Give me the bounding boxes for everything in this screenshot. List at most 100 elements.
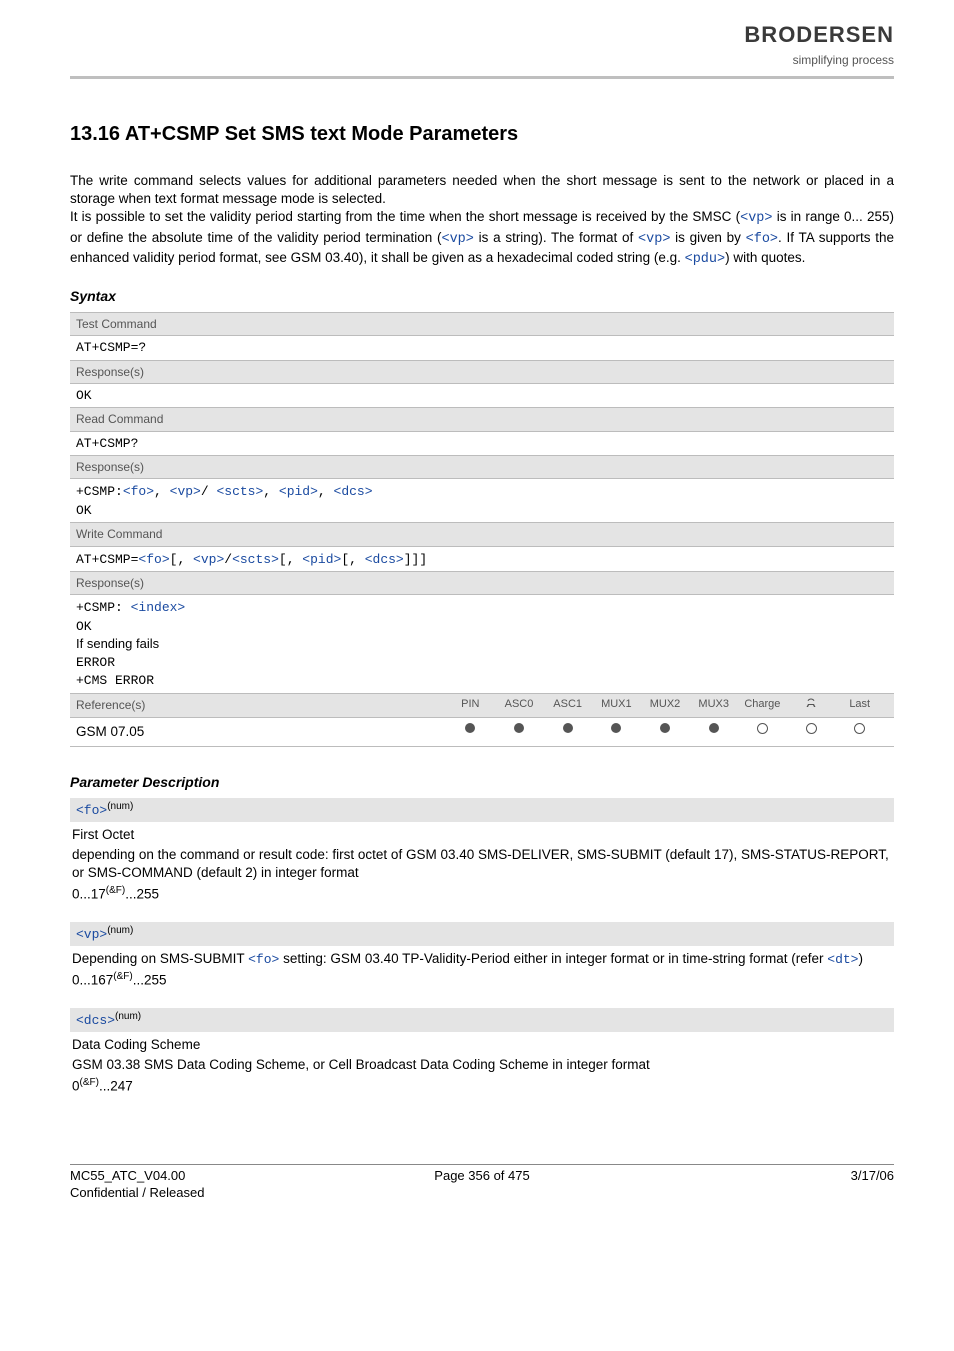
intro-text-2f: ) with quotes.: [725, 250, 805, 265]
reference-columns: PIN ASC0 ASC1 MUX1 MUX2 MUX3 Charge Last: [446, 697, 888, 714]
read-response-header: Response(s): [70, 456, 894, 479]
param-vp-body: Depending on SMS-SUBMIT <fo> setting: GS…: [70, 946, 894, 1002]
logo-tagline: simplifying process: [744, 52, 894, 68]
col-mux1: MUX1: [592, 697, 641, 714]
col-charge: Charge: [738, 697, 787, 714]
read-resp-scts: <scts>: [216, 484, 263, 499]
intro-block: The write command selects values for add…: [70, 172, 894, 269]
write-command-header: Write Command: [70, 523, 894, 546]
header-divider: [70, 76, 894, 79]
col-last: Last: [835, 697, 884, 714]
footer-date: 3/17/06: [619, 1167, 894, 1202]
page-footer: MC55_ATC_V04.00 Confidential / Released …: [70, 1165, 894, 1202]
intro-paragraph: The write command selects values for add…: [70, 172, 894, 269]
dot-mux3: [709, 724, 719, 736]
footer-page: Page 356 of 475: [345, 1167, 620, 1202]
dot-charge: [757, 725, 768, 737]
write-response-value: +CSMP: <index> OK If sending fails ERROR…: [70, 595, 894, 694]
param-vp-tag: <vp>: [76, 927, 107, 942]
param-dcs-range: 0(&F)...247: [72, 1076, 892, 1096]
reference-value: GSM 07.05: [76, 723, 446, 741]
param-fo-label: <fo>(num): [70, 798, 894, 822]
dot-asc1: [563, 724, 573, 736]
page-header: BRODERSEN simplifying process: [70, 20, 894, 68]
write-resp-fail: If sending fails: [76, 636, 159, 651]
dot-mux2: [660, 724, 670, 736]
param-dcs-label: <dcs>(num): [70, 1008, 894, 1032]
write-response-header: Response(s): [70, 572, 894, 595]
col-mux2: MUX2: [641, 697, 690, 714]
write-cmd-prefix: AT+CSMP=: [76, 552, 138, 567]
write-cmd-dcs: <dcs>: [365, 552, 404, 567]
write-resp-index: <index>: [131, 600, 186, 615]
reference-label: Reference(s): [76, 697, 446, 714]
read-command-header: Read Command: [70, 408, 894, 431]
write-resp-ok: OK: [76, 619, 92, 634]
dot-pin: [465, 724, 475, 736]
code-vp-2: <vp>: [441, 232, 473, 247]
test-response-value: OK: [70, 384, 894, 409]
logo-block: BRODERSEN simplifying process: [744, 20, 894, 68]
read-resp-dcs: <dcs>: [334, 484, 373, 499]
dot-asc0: [514, 724, 524, 736]
param-fo-range: 0...17(&F)...255: [72, 884, 892, 904]
code-vp-1: <vp>: [740, 211, 772, 226]
read-command-value: AT+CSMP?: [70, 432, 894, 457]
test-command-header: Test Command: [70, 313, 894, 336]
dot-mux1: [611, 724, 621, 736]
read-resp-vp: <vp>: [170, 484, 201, 499]
footer-doc-id: MC55_ATC_V04.00: [70, 1168, 185, 1183]
code-fo-1: <fo>: [746, 232, 778, 247]
intro-text-2d: is given by: [670, 230, 745, 245]
param-fo-tag: <fo>: [76, 803, 107, 818]
col-asc0: ASC0: [495, 697, 544, 714]
code-vp-3: <vp>: [638, 232, 670, 247]
read-response-value: +CSMP:<fo>, <vp>/ <scts>, <pid>, <dcs> O…: [70, 479, 894, 523]
param-vp-sup: (num): [107, 925, 133, 936]
syntax-heading: Syntax: [70, 287, 894, 306]
read-resp-prefix: +CSMP:: [76, 484, 123, 499]
dot-ring: [806, 725, 817, 737]
write-cmd-vp: <vp>: [193, 552, 224, 567]
write-resp-cms: +CMS ERROR: [76, 673, 154, 688]
reference-dots: [446, 723, 888, 741]
param-dcs-tag: <dcs>: [76, 1013, 115, 1028]
param-fo-desc: depending on the command or result code:…: [72, 846, 892, 882]
param-fo-title: First Octet: [72, 826, 892, 844]
write-cmd-pid: <pid>: [302, 552, 341, 567]
param-vp-range: 0...167(&F)...255: [72, 970, 892, 990]
syntax-table: Test Command AT+CSMP=? Response(s) OK Re…: [70, 312, 894, 747]
write-resp-error: ERROR: [76, 655, 115, 670]
param-dcs-body: Data Coding Scheme GSM 03.38 SMS Data Co…: [70, 1032, 894, 1108]
reference-header-row: Reference(s) PIN ASC0 ASC1 MUX1 MUX2 MUX…: [70, 694, 894, 718]
page-title: 13.16 AT+CSMP Set SMS text Mode Paramete…: [70, 121, 894, 148]
write-cmd-scts: <scts>: [232, 552, 279, 567]
param-vp-label: <vp>(num): [70, 922, 894, 946]
intro-text-1: The write command selects values for add…: [70, 173, 894, 206]
read-resp-pid: <pid>: [279, 484, 318, 499]
param-dcs-desc: GSM 03.38 SMS Data Coding Scheme, or Cel…: [72, 1056, 892, 1074]
param-vp-desc: Depending on SMS-SUBMIT <fo> setting: GS…: [72, 950, 892, 969]
write-command-value: AT+CSMP=<fo>[, <vp>/<scts>[, <pid>[, <dc…: [70, 547, 894, 573]
param-dcs-title: Data Coding Scheme: [72, 1036, 892, 1054]
param-fo-sup: (num): [107, 801, 133, 812]
footer-confidential: Confidential / Released: [70, 1185, 204, 1200]
col-mux3: MUX3: [689, 697, 738, 714]
write-cmd-fo: <fo>: [138, 552, 169, 567]
intro-text-2c: is a string). The format of: [474, 230, 638, 245]
write-resp-prefix: +CSMP:: [76, 600, 131, 615]
param-fo-body: First Octet depending on the command or …: [70, 822, 894, 916]
logo-text: BRODERSEN: [744, 20, 894, 50]
param-heading: Parameter Description: [70, 773, 894, 792]
reference-value-row: GSM 07.05: [70, 718, 894, 747]
code-pdu: <pdu>: [685, 252, 726, 267]
intro-text-2a: It is possible to set the validity perio…: [70, 209, 740, 224]
read-resp-ok: OK: [76, 503, 92, 518]
footer-left: MC55_ATC_V04.00 Confidential / Released: [70, 1167, 345, 1202]
dot-last: [854, 725, 865, 737]
test-command-value: AT+CSMP=?: [70, 336, 894, 361]
col-ring-icon: [787, 697, 836, 714]
col-asc1: ASC1: [543, 697, 592, 714]
test-response-header: Response(s): [70, 361, 894, 384]
col-pin: PIN: [446, 697, 495, 714]
